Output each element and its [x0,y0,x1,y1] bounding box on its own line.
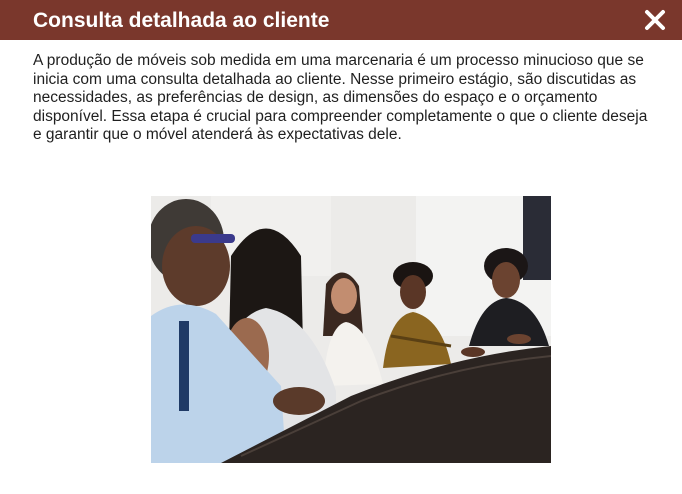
modal-dialog: Consulta detalhada ao cliente A produção… [0,0,682,494]
dialog-title: Consulta detalhada ao cliente [33,9,330,32]
meeting-photo [151,196,551,463]
dialog-header: Consulta detalhada ao cliente [0,0,682,40]
dialog-body-text: A produção de móveis sob medida em uma m… [33,52,648,143]
close-icon[interactable] [644,9,666,31]
